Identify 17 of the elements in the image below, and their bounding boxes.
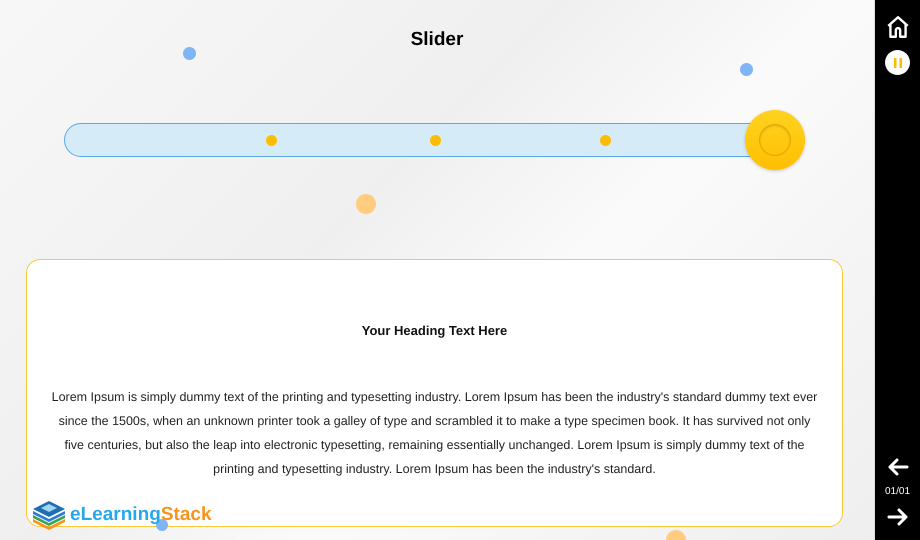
right-arrow-icon xyxy=(886,508,908,526)
card-body: Lorem Ipsum is simply dummy text of the printing and typesetting industry. Lorem Ipsum has been the industry's standard dummy text ever since the 1500s, when an unknown printer took a galley of type and scrambled it to make a type specimen book. It has survived not only five centuries, but also the leap into electronic typesetting, remaining essentially unchanged. Lorem Ipsum is simply dummy text of the printing and typesetting industry. Lorem Ipsum has been the industry's standard. xyxy=(51,389,818,478)
slider-thumb[interactable] xyxy=(745,110,805,170)
card-heading: Your Heading Text Here xyxy=(362,323,508,339)
pause-button[interactable] xyxy=(885,50,910,75)
previous-button[interactable] xyxy=(886,458,908,476)
pause-icon xyxy=(894,58,902,68)
page-title: Slider xyxy=(410,29,464,51)
slider-track[interactable] xyxy=(64,110,805,170)
page-counter: 01/01 xyxy=(884,486,910,498)
next-button[interactable] xyxy=(886,508,908,526)
home-icon xyxy=(884,14,910,40)
logo-text: eLearning xyxy=(70,504,161,526)
stacked-books-icon xyxy=(31,499,67,531)
logo-text: Stack xyxy=(160,504,212,526)
left-arrow-icon xyxy=(886,458,908,476)
home-button[interactable] xyxy=(884,14,910,40)
